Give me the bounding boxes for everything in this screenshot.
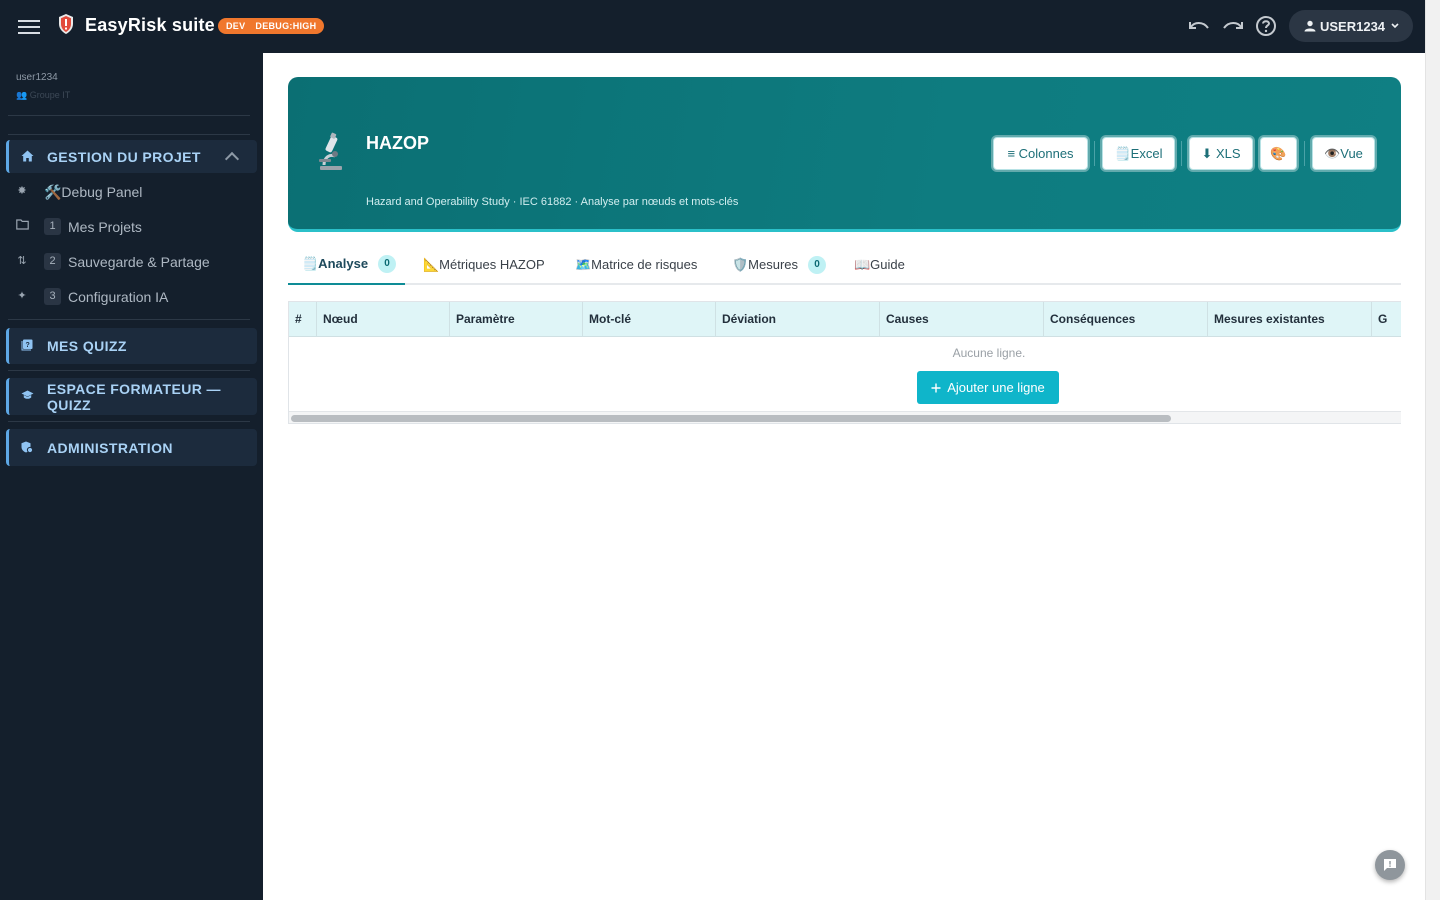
user-label: USER1234 <box>1320 18 1386 34</box>
tab-bar: 🗒️Analyse 0 📐Métriques HAZOP 🗺️Matrice d… <box>288 245 1401 285</box>
tab-guide[interactable]: 📖Guide <box>854 245 905 285</box>
app-title: EasyRisk suite <box>85 15 215 35</box>
column-header-mesures-existantes[interactable]: Mesures existantes <box>1208 302 1372 337</box>
nav-section-mes-quizz[interactable]: ? MES QUIZZ <box>6 328 257 364</box>
column-header-causes[interactable]: Causes <box>880 302 1044 337</box>
swap-icon: ⇅ <box>17 255 27 267</box>
nav-section-label: ADMINISTRATION <box>47 439 173 456</box>
column-header-noeud[interactable]: Nœud <box>317 302 450 337</box>
divider <box>8 370 250 371</box>
excel-button[interactable]: 🗒️Excel <box>1102 137 1175 170</box>
divider <box>1304 141 1305 166</box>
tab-metriques-hazop[interactable]: 📐Métriques HAZOP <box>423 245 545 285</box>
help-icon[interactable] <box>1255 15 1277 37</box>
plus-icon <box>931 383 941 392</box>
divider <box>8 115 250 116</box>
nav-section-gestion-du-projet[interactable]: GESTION DU PROJET <box>6 140 257 173</box>
column-header-number[interactable]: # <box>289 302 317 337</box>
shield-logo <box>59 14 73 34</box>
nav-section-label: ESPACE FORMATEUR — QUIZZ <box>47 380 221 413</box>
column-header-mot-cle[interactable]: Mot-clé <box>583 302 716 337</box>
sidebar-item-label: Sauvegarde & Partage <box>68 254 210 270</box>
tab-label: 🛡️Mesures <box>732 257 799 272</box>
scrollbar-thumb[interactable] <box>291 415 1171 422</box>
debug-badge-label: DEBUG:HIGH <box>255 21 317 31</box>
add-row-label: Ajouter une ligne <box>947 380 1045 395</box>
folder-icon <box>15 219 29 233</box>
sidebar-role-label: Groupe IT <box>29 90 71 100</box>
divider <box>8 134 250 135</box>
sidebar: user1234 👥 Groupe IT GESTION DU PROJET ✸… <box>0 53 263 900</box>
redo-icon[interactable] <box>1222 15 1244 37</box>
tab-analyse[interactable]: 🗒️Analyse 0 <box>288 245 405 285</box>
nav-section-label: MES QUIZZ <box>47 338 127 354</box>
env-badge-label: DEV <box>226 21 246 31</box>
top-app-bar: EasyRisk suite DEV DEBUG:HIGH USER1234 <box>0 0 1425 53</box>
chat-icon <box>1384 859 1396 871</box>
chevron-up-icon[interactable] <box>224 151 240 167</box>
empty-state-text: Aucune ligne. <box>952 346 1026 360</box>
column-header-deviation[interactable]: Déviation <box>716 302 880 337</box>
menu-icon[interactable] <box>18 16 40 36</box>
tab-mesures[interactable]: 🛡️Mesures 0 <box>732 245 827 285</box>
sidebar-item-mes-projets[interactable]: 1 Mes Projets <box>0 211 263 241</box>
horizontal-scrollbar[interactable] <box>289 411 1401 423</box>
column-header-consequences[interactable]: Conséquences <box>1044 302 1208 337</box>
sidebar-item-number: 1 <box>44 218 61 235</box>
column-header-parametre[interactable]: Paramètre <box>450 302 583 337</box>
home-icon <box>20 150 34 164</box>
chat-button[interactable] <box>1375 850 1405 880</box>
divider <box>1094 141 1095 166</box>
sidebar-item-label: Mes Projets <box>68 219 142 235</box>
divider <box>8 421 250 422</box>
tab-label: 📐Métriques HAZOP <box>423 257 545 272</box>
sidebar-item-debug-panel[interactable]: ✸ 🛠️Debug Panel <box>0 176 263 206</box>
tab-count-badge: 0 <box>808 256 827 274</box>
sidebar-item-number: 2 <box>44 253 61 270</box>
sidebar-item-sauvegarde-partage[interactable]: ⇅ 2 Sauvegarde & Partage <box>0 246 263 276</box>
tab-label: 🗒️Analyse <box>302 256 369 271</box>
sidebar-role: 👥 Groupe IT <box>16 90 71 100</box>
svg-text:?: ? <box>26 342 30 349</box>
sidebar-item-number: 3 <box>44 288 61 305</box>
page-scrollbar[interactable] <box>1425 0 1440 900</box>
tab-matrice-de-risques[interactable]: 🗺️Matrice de risques <box>575 245 697 285</box>
columns-button[interactable]: ≡ Colonnes <box>993 137 1088 170</box>
tab-label: 📖Guide <box>854 257 905 272</box>
palette-button[interactable]: 🎨 <box>1260 137 1297 170</box>
sparkle-icon: ✦ <box>17 290 27 302</box>
table-header: # Nœud Paramètre Mot-clé Déviation Cause… <box>289 302 1401 337</box>
chevron-down-icon <box>1391 23 1399 29</box>
view-button[interactable]: 👁️Vue <box>1312 137 1375 170</box>
tab-count-badge: 0 <box>378 255 397 273</box>
quiz-icon: ? <box>20 339 34 353</box>
divider <box>1181 141 1182 166</box>
undo-icon[interactable] <box>1188 15 1210 37</box>
sidebar-item-label: 🛠️Debug Panel <box>44 184 143 200</box>
column-header-g[interactable]: G <box>1372 302 1401 337</box>
nav-section-espace-formateur[interactable]: ESPACE FORMATEUR — QUIZZ <box>6 378 257 415</box>
nav-section-administration[interactable]: ADMINISTRATION <box>6 429 257 466</box>
sidebar-item-label: Configuration IA <box>68 289 169 305</box>
sidebar-username: user1234 <box>16 72 58 83</box>
bug-icon: ✸ <box>17 185 27 197</box>
user-menu-button[interactable]: USER1234 <box>1289 10 1413 42</box>
xls-download-button[interactable]: ⬇ XLS <box>1189 137 1253 170</box>
nav-section-label: GESTION DU PROJET <box>47 148 201 165</box>
admin-shield-icon <box>20 441 34 455</box>
page-title: HAZOP <box>366 133 429 153</box>
graduation-cap-icon <box>20 390 34 404</box>
hazop-table: # Nœud Paramètre Mot-clé Déviation Cause… <box>288 301 1401 424</box>
hazop-header-card: HAZOP Hazard and Operability Study · IEC… <box>288 77 1401 232</box>
env-badge: DEV DEBUG:HIGH <box>218 18 325 34</box>
microscope-icon <box>319 132 342 170</box>
page-subtitle: Hazard and Operability Study · IEC 61882… <box>366 196 739 208</box>
tab-label: 🗺️Matrice de risques <box>575 257 698 272</box>
person-icon <box>1304 20 1316 32</box>
add-row-button[interactable]: Ajouter une ligne <box>917 371 1059 404</box>
divider <box>8 319 250 320</box>
sidebar-item-configuration-ia[interactable]: ✦ 3 Configuration IA <box>0 281 263 311</box>
